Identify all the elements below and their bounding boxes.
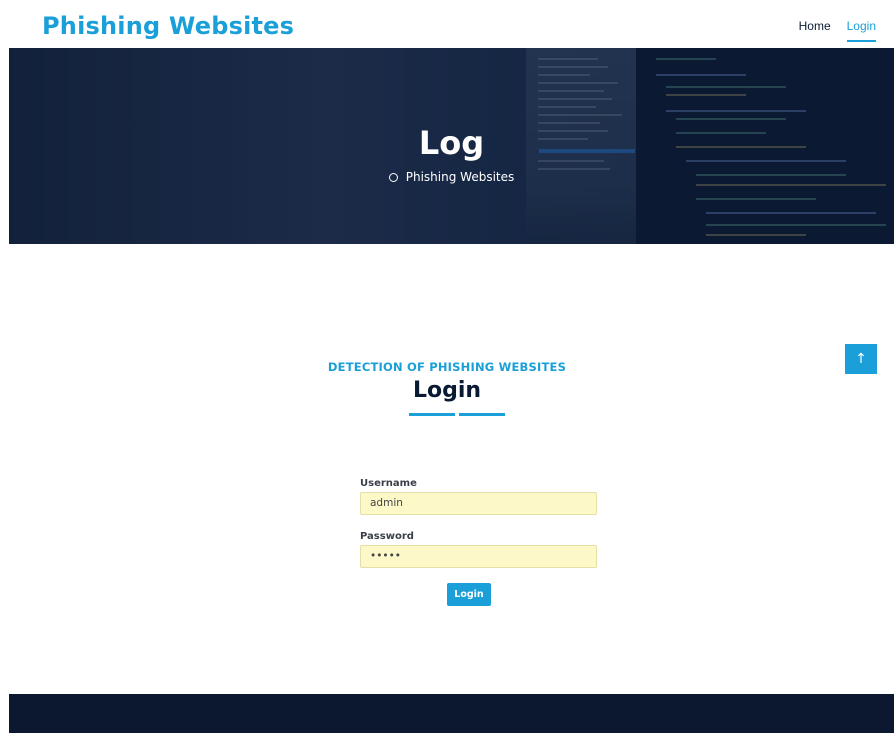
main-nav: Home Login	[799, 19, 877, 42]
username-label: Username	[360, 478, 417, 489]
breadcrumb-label[interactable]: Phishing Websites	[406, 170, 515, 184]
nav-home-link[interactable]: Home	[799, 19, 831, 33]
title-underline	[409, 413, 505, 416]
underline-bar-left	[409, 413, 455, 416]
nav-login-link[interactable]: Login	[846, 19, 877, 42]
breadcrumb: Phishing Websites	[9, 170, 894, 184]
password-field-group: Password	[360, 531, 597, 568]
section-subtitle: DETECTION OF PHISHING WEBSITES	[327, 360, 567, 374]
page: Phishing Websites Home Login Log Phishin…	[0, 0, 894, 733]
password-input[interactable]	[360, 544, 597, 568]
username-input[interactable]	[360, 491, 597, 515]
password-label: Password	[360, 531, 414, 542]
brand-logo[interactable]: Phishing Websites	[42, 12, 294, 40]
login-button[interactable]: Login	[447, 583, 491, 606]
section-title: Login	[412, 378, 482, 403]
top-header: Phishing Websites Home Login	[0, 0, 894, 48]
footer	[9, 694, 894, 733]
hero-banner: Log Phishing Websites	[9, 48, 894, 244]
circle-bullet-icon	[388, 173, 398, 182]
username-field-group: Username	[360, 478, 597, 515]
underline-bar-right	[459, 413, 505, 416]
hero-title: Log	[418, 124, 485, 162]
